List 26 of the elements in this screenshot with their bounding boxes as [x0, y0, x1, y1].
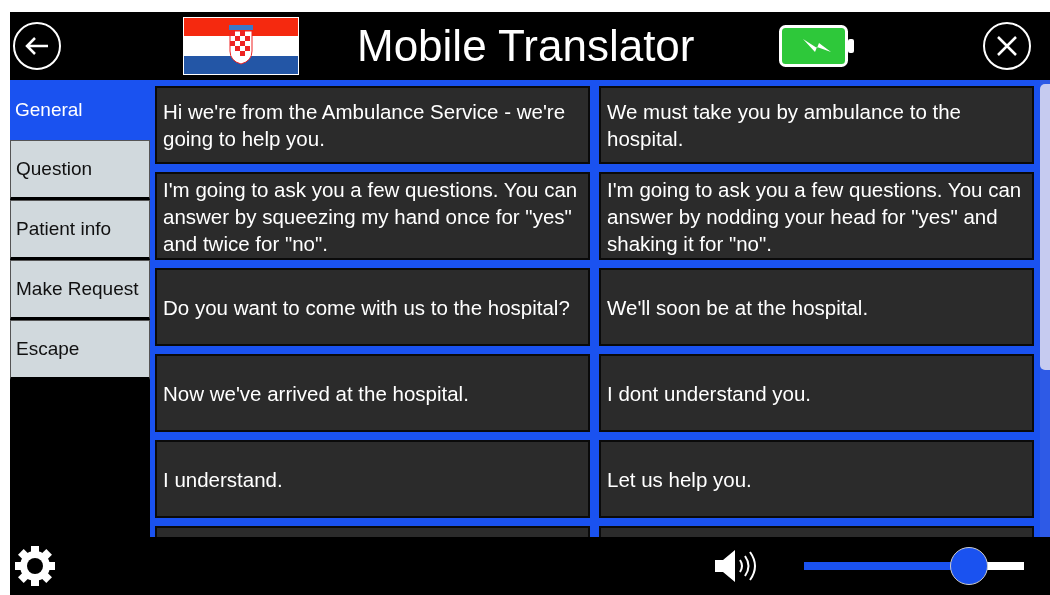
phrase-card[interactable]: We'll soon be at the hospital. — [599, 268, 1034, 346]
phrase-card[interactable]: Hi we're from the Ambulance Service - we're going to help you. — [155, 86, 590, 164]
phrase-card[interactable]: I understand. — [155, 440, 590, 518]
battery-icon — [779, 25, 856, 67]
back-button[interactable] — [13, 22, 61, 70]
category-tab[interactable]: Patient info — [10, 200, 150, 260]
phrase-card[interactable]: I'm going to ask you a few questions. You can answer by squeezing my hand once for "yes" and twice for "no". — [155, 172, 590, 260]
back-arrow-icon — [24, 36, 50, 56]
close-icon — [996, 35, 1019, 57]
phrase-card[interactable]: Let us help you. — [599, 440, 1034, 518]
speaker-icon[interactable] — [713, 548, 759, 584]
category-tab[interactable]: General — [10, 80, 150, 140]
phrase-card[interactable]: I'm going to ask you a few questions. You can answer by nodding your head for "yes" and shaking it for "no". — [599, 172, 1034, 260]
slider-thumb[interactable] — [950, 547, 988, 585]
scrollbar-thumb[interactable] — [1040, 84, 1050, 370]
category-tab[interactable]: Question — [10, 140, 150, 200]
category-tab[interactable]: Make Request — [10, 260, 150, 320]
phrase-card[interactable]: Now we've arrived at the hospital. — [155, 354, 590, 432]
flag-icon — [183, 17, 299, 75]
phrase-card[interactable]: I dont understand you. — [599, 354, 1034, 432]
phrase-card[interactable]: We must take you by ambulance to the hospital. — [599, 86, 1034, 164]
app-title: Mobile Translator — [357, 21, 695, 71]
settings-icon[interactable] — [12, 544, 58, 588]
close-button[interactable] — [983, 22, 1032, 70]
category-tab[interactable]: Escape — [10, 320, 150, 380]
phrase-card[interactable]: Do you want to come with us to the hospital? — [155, 268, 590, 346]
